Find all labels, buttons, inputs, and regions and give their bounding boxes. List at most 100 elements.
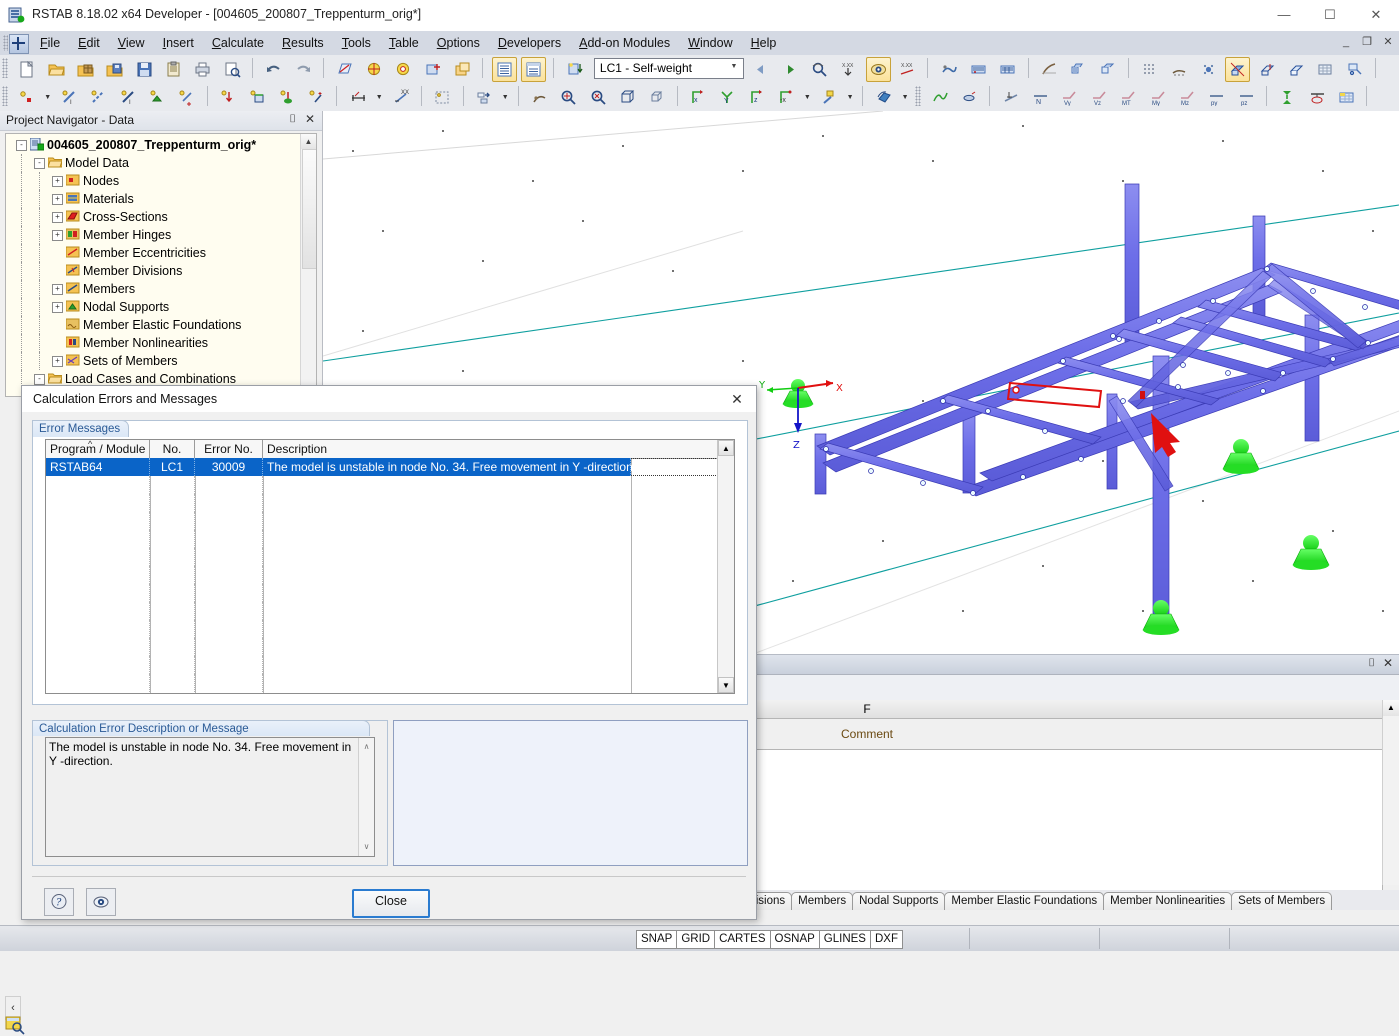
scroll-thumb[interactable] xyxy=(302,149,316,269)
help-icon[interactable]: ? xyxy=(44,888,74,916)
tree-item-nodes[interactable]: + Nodes xyxy=(6,172,298,190)
status-toggle-dxf[interactable]: DXF xyxy=(869,930,903,949)
status-toggle-cartes[interactable]: CARTES xyxy=(714,930,771,949)
support-reactions-icon[interactable] xyxy=(1275,85,1300,110)
print-icon[interactable] xyxy=(190,57,215,82)
table-tab-sets-of-members[interactable]: Sets of Members xyxy=(1231,892,1333,910)
undo-icon[interactable] xyxy=(261,57,286,82)
view-eye-icon[interactable] xyxy=(86,888,116,916)
dimension-dropdown-icon[interactable]: ▼ xyxy=(374,85,384,108)
menu-item-add-on-modules[interactable]: Add-on Modules xyxy=(570,31,679,55)
tree-expander[interactable]: + xyxy=(52,356,63,367)
error-messages-table[interactable]: Program / Module No. Error No. Descripti… xyxy=(45,439,735,694)
window-close-button[interactable]: ✕ xyxy=(1353,0,1399,30)
section-result-icon[interactable] xyxy=(1305,85,1330,110)
table-tab-member-nonlinearities[interactable]: Member Nonlinearities xyxy=(1103,892,1233,910)
axial-force-icon[interactable]: N xyxy=(1028,85,1053,110)
close-icon[interactable]: ✕ xyxy=(1383,656,1393,670)
view-z-icon[interactable]: z xyxy=(745,85,770,110)
new-hinge-icon[interactable] xyxy=(174,85,199,110)
tree-item-nodal-supports[interactable]: + Nodal Supports xyxy=(6,298,298,316)
copy-move-dropdown-icon[interactable]: ▼ xyxy=(500,85,510,108)
tree-expander[interactable]: - xyxy=(16,140,27,151)
column-error-no[interactable]: Error No. xyxy=(195,440,263,458)
mdi-restore-button[interactable]: ❐ xyxy=(1360,34,1374,50)
moment-my-icon[interactable]: My xyxy=(1146,85,1171,110)
column-no[interactable]: No. xyxy=(150,440,195,458)
tree-item-member-elastic-foundations[interactable]: Member Elastic Foundations xyxy=(6,316,298,334)
select-objects-icon[interactable] xyxy=(362,57,387,82)
new-member-load-icon[interactable] xyxy=(245,85,270,110)
show-table-icon[interactable] xyxy=(491,57,517,82)
numbering-icon[interactable] xyxy=(1313,57,1338,82)
pin-icon[interactable]: ⌷ xyxy=(1368,657,1375,670)
next-load-case-icon[interactable] xyxy=(778,57,803,82)
grid-vertical-scrollbar[interactable]: ▲ xyxy=(1382,700,1399,885)
menu-item-view[interactable]: View xyxy=(109,31,154,55)
clipboard-icon[interactable] xyxy=(161,57,186,82)
toolbar-grip-3[interactable] xyxy=(915,86,922,106)
deflection-py-icon[interactable]: py xyxy=(1204,85,1229,110)
tree-item-004605-200807-treppenturm-orig[interactable]: - 004605_200807_Treppenturm_orig* xyxy=(6,136,298,154)
zoom-all-icon[interactable] xyxy=(527,85,552,110)
snap-settings-icon[interactable] xyxy=(1196,57,1221,82)
column-program-module[interactable]: Program / Module xyxy=(46,440,150,458)
view-negx-icon[interactable]: -x xyxy=(774,85,799,110)
new-support-icon[interactable] xyxy=(145,85,170,110)
view-detail-icon[interactable] xyxy=(1343,57,1368,82)
new-window-icon[interactable] xyxy=(450,57,475,82)
open-package-icon[interactable] xyxy=(73,57,98,82)
load-case-select[interactable]: LC1 - Self-weight ▼ xyxy=(593,58,744,79)
grid-icon[interactable] xyxy=(995,57,1020,82)
new-surface-load-icon[interactable] xyxy=(275,85,300,110)
new-node-dropdown-icon[interactable]: ▼ xyxy=(43,85,53,108)
insert-object-icon[interactable] xyxy=(421,57,446,82)
dimension-line-icon[interactable] xyxy=(346,85,371,110)
table-tab-members[interactable]: Members xyxy=(791,892,854,910)
menu-item-developers[interactable]: Developers xyxy=(489,31,570,55)
deformation-result-icon[interactable] xyxy=(928,85,953,110)
toolbar-grip-2[interactable] xyxy=(2,86,8,106)
tree-expander[interactable]: + xyxy=(52,176,63,187)
tree-item-cross-sections[interactable]: + Cross-Sections xyxy=(6,208,298,226)
load-case-new-icon[interactable] xyxy=(563,57,588,82)
surface-hatch-icon[interactable] xyxy=(1167,57,1192,82)
tree-expander[interactable]: - xyxy=(34,158,45,169)
support-reaction-icon[interactable]: X.XX xyxy=(836,57,861,82)
mdi-close-button[interactable]: ✕ xyxy=(1381,34,1395,50)
tree-item-member-nonlinearities[interactable]: Member Nonlinearities xyxy=(6,334,298,352)
view-solid-icon[interactable] xyxy=(1225,57,1251,82)
menu-drag-grip[interactable] xyxy=(3,35,8,51)
rotate-view-icon[interactable] xyxy=(872,85,897,110)
menu-item-options[interactable]: Options xyxy=(428,31,489,55)
menu-item-window[interactable]: Window xyxy=(679,31,741,55)
navigator-bottom-icon[interactable] xyxy=(4,1014,26,1036)
error-row[interactable]: RSTAB64 LC1 30009 The model is unstable in … xyxy=(46,458,734,476)
tree-expander[interactable]: - xyxy=(34,374,45,385)
status-toggle-osnap[interactable]: OSNAP xyxy=(769,930,820,949)
menu-item-file[interactable]: File xyxy=(31,31,69,55)
tree-item-member-eccentricities[interactable]: Member Eccentricities xyxy=(6,244,298,262)
snap-icon[interactable] xyxy=(1037,57,1062,82)
pin-icon[interactable]: ⌷ xyxy=(289,113,296,126)
new-member-dim-icon[interactable] xyxy=(86,85,111,110)
open-folder-icon[interactable] xyxy=(44,57,69,82)
window-maximize-button[interactable]: ☐ xyxy=(1307,0,1353,30)
menu-item-help[interactable]: Help xyxy=(742,31,786,55)
table-tab-nodal-supports[interactable]: Nodal Supports xyxy=(852,892,946,910)
tree-item-member-divisions[interactable]: Member Divisions xyxy=(6,262,298,280)
redo-icon[interactable] xyxy=(291,57,316,82)
tree-item-materials[interactable]: + Materials xyxy=(6,190,298,208)
navigator-scrollbar[interactable]: ▲ xyxy=(300,134,316,396)
render-dropdown-icon[interactable]: ▼ xyxy=(845,85,855,108)
toolbar-grip-1[interactable] xyxy=(2,58,8,78)
grid-scroll-up-button[interactable]: ▲ xyxy=(1383,700,1399,716)
shear-vz-icon[interactable]: Vz xyxy=(1087,85,1112,110)
mdi-minimize-button[interactable]: _ xyxy=(1339,34,1353,50)
new-nodal-load-icon[interactable] xyxy=(216,85,241,110)
error-scroll-down-button[interactable]: ▼ xyxy=(718,677,734,693)
chevron-down-icon[interactable]: ▼ xyxy=(727,63,741,70)
tree-item-members[interactable]: + Members xyxy=(6,280,298,298)
show-table-alt-icon[interactable] xyxy=(520,57,546,82)
view-iso-icon[interactable] xyxy=(644,85,669,110)
